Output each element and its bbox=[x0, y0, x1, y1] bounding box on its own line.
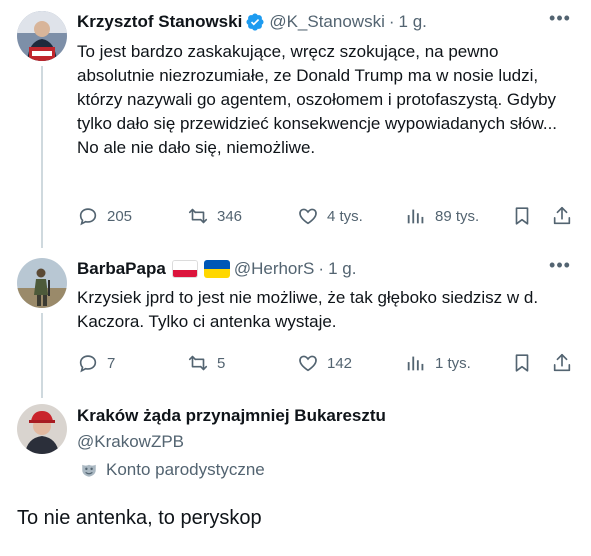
like-button[interactable]: 142 bbox=[297, 351, 352, 375]
reply-count: 205 bbox=[107, 207, 133, 225]
thread-line bbox=[41, 66, 43, 248]
tweet-header: Kraków żąda przynajmniej Bukaresztu bbox=[77, 405, 571, 427]
repost-count: 346 bbox=[217, 207, 243, 225]
tweet-actions: 205 346 4 tys. 89 tys. bbox=[77, 204, 577, 228]
reply-icon bbox=[79, 355, 97, 373]
repost-button[interactable]: 346 bbox=[187, 204, 242, 228]
share-button[interactable] bbox=[551, 204, 573, 228]
repost-button[interactable]: 5 bbox=[187, 351, 225, 375]
timestamp[interactable]: 1 g. bbox=[399, 12, 427, 32]
repost-icon bbox=[188, 208, 208, 224]
more-options-icon[interactable]: ••• bbox=[549, 256, 571, 280]
verified-badge-icon bbox=[246, 13, 264, 31]
avatar[interactable] bbox=[17, 404, 67, 454]
more-options-icon[interactable]: ••• bbox=[549, 9, 571, 33]
like-count: 142 bbox=[327, 354, 353, 372]
poland-flag-icon bbox=[171, 260, 198, 278]
tweet-header: Krzysztof Stanowski @K_Stanowski · 1 g. … bbox=[77, 9, 571, 33]
views-chart-icon bbox=[407, 356, 424, 371]
views-count: 89 tys. bbox=[435, 207, 480, 225]
share-button[interactable] bbox=[551, 351, 573, 375]
author-handle[interactable]: @K_Stanowski bbox=[269, 12, 385, 32]
bookmark-icon bbox=[515, 354, 529, 372]
parody-mask-icon bbox=[82, 464, 96, 477]
heart-icon bbox=[299, 355, 317, 372]
tweet-barbapapa[interactable]: BarbaPapa @HerhorS · 1 g. ••• Krzysiek j… bbox=[0, 248, 591, 398]
repost-count: 5 bbox=[217, 354, 226, 372]
separator-dot: · bbox=[318, 259, 325, 278]
tweet-header: BarbaPapa @HerhorS · 1 g. ••• bbox=[77, 256, 571, 280]
reply-count: 7 bbox=[107, 354, 116, 372]
share-icon bbox=[553, 206, 571, 225]
views-chart-icon bbox=[407, 209, 424, 224]
bookmark-button[interactable] bbox=[511, 351, 533, 375]
bookmark-icon bbox=[515, 207, 529, 225]
author-name[interactable]: Kraków żąda przynajmniej Bukaresztu bbox=[77, 406, 386, 426]
heart-icon bbox=[299, 208, 317, 225]
ukraine-flag-icon bbox=[203, 260, 230, 278]
reply-button[interactable]: 7 bbox=[77, 351, 115, 375]
tweet-actions: 7 5 142 1 tys. bbox=[77, 351, 577, 375]
tweet-handle-row: @KrakowZPB bbox=[77, 431, 571, 453]
like-count: 4 tys. bbox=[327, 207, 363, 225]
avatar[interactable] bbox=[17, 258, 67, 308]
parody-label-text: Konto parodystyczne bbox=[106, 460, 265, 479]
author-name[interactable]: BarbaPapa bbox=[77, 259, 166, 279]
reply-text: To nie antenka, to peryskop bbox=[17, 507, 262, 529]
views-button[interactable]: 1 tys. bbox=[405, 351, 471, 375]
reply-button[interactable]: 205 bbox=[77, 204, 132, 228]
bookmark-button[interactable] bbox=[511, 204, 533, 228]
tweet-text: Krzysiek jprd to jest nie możliwe, że ta… bbox=[77, 288, 539, 331]
like-button[interactable]: 4 tys. bbox=[297, 204, 363, 228]
share-icon bbox=[553, 353, 571, 372]
tweet-text: To jest bardzo zaskakujące, wręcz szokuj… bbox=[77, 42, 558, 157]
thread-line bbox=[41, 313, 43, 398]
timestamp[interactable]: 1 g. bbox=[328, 259, 356, 279]
separator-dot: · bbox=[388, 12, 395, 31]
author-name[interactable]: Krzysztof Stanowski bbox=[77, 12, 242, 32]
views-count: 1 tys. bbox=[435, 354, 471, 372]
views-button[interactable]: 89 tys. bbox=[405, 204, 479, 228]
tweet-krzysztof-stanowski[interactable]: Krzysztof Stanowski @K_Stanowski · 1 g. … bbox=[0, 0, 591, 248]
reply-icon bbox=[79, 208, 97, 226]
parody-account-label: Konto parodystyczne bbox=[80, 460, 265, 480]
author-handle[interactable]: @HerhorS bbox=[234, 259, 315, 279]
avatar[interactable] bbox=[17, 11, 67, 61]
author-handle[interactable]: @KrakowZPB bbox=[77, 432, 184, 452]
repost-icon bbox=[188, 355, 208, 371]
